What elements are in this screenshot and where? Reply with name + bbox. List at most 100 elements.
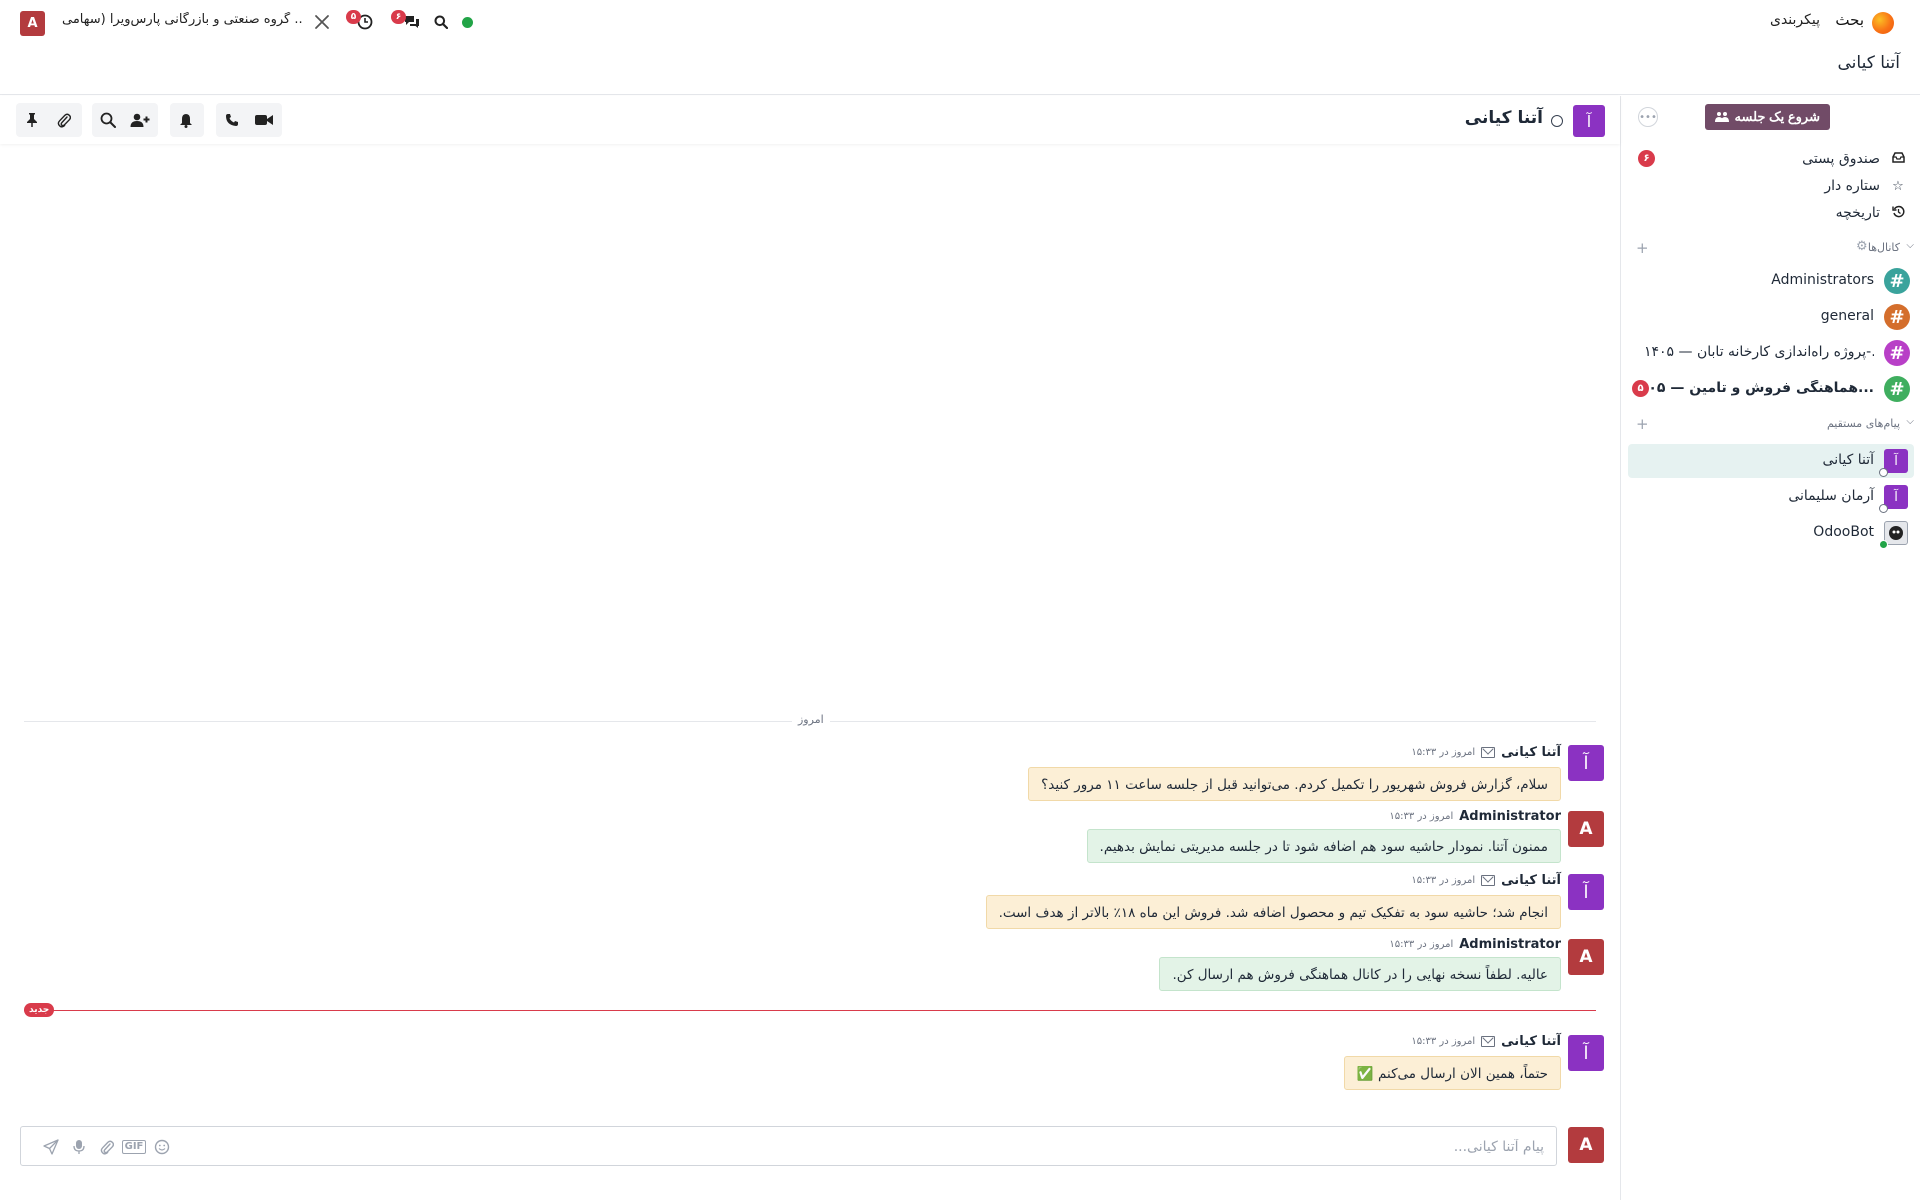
thread-name[interactable]: آتنا کیانی: [1465, 108, 1543, 128]
message-time: امروز در ۱۵:۳۳: [1389, 811, 1454, 822]
channel-name: general: [1820, 308, 1874, 324]
more-options-icon[interactable]: •••: [1638, 107, 1658, 127]
channels-header-label: کانال‌ها: [1867, 241, 1900, 254]
start-meeting-label: شروع یک جلسه: [1734, 109, 1820, 124]
message-avatar[interactable]: آ: [1568, 745, 1604, 781]
notification-toolbar: [170, 103, 204, 137]
channel-hash-icon: #: [1884, 376, 1910, 402]
mailbox-history[interactable]: تاریخچه: [1634, 200, 1906, 226]
channel-hash-icon: #: [1884, 340, 1910, 366]
configuration-menu[interactable]: پیکربندی: [1770, 12, 1820, 28]
send-icon[interactable]: [41, 1137, 61, 1157]
message-bubble: عالیه. لطفاً نسخه نهایی را در کانال هماه…: [1159, 957, 1561, 991]
inbox-badge: ۶: [1638, 150, 1655, 167]
pin-icon[interactable]: [16, 103, 48, 137]
channel-name: Administrators: [1771, 272, 1874, 288]
search-icon[interactable]: [432, 12, 450, 32]
discuss-app-logo[interactable]: [1872, 12, 1894, 34]
tools-icon[interactable]: [313, 12, 331, 32]
activity-badge: ۵: [346, 10, 361, 24]
sidebar-channel-project[interactable]: # پروژه راه‌اندازی کارخانه تابان — ۱۴۰۵-…: [1624, 336, 1910, 370]
message-bubble: سلام، گزارش فروش شهریور را تکمیل کردم. م…: [1028, 767, 1561, 801]
star-icon: ☆: [1892, 178, 1904, 194]
message-time: امروز در ۱۵:۳۳: [1411, 1036, 1476, 1047]
sidebar-dm-odoobot[interactable]: OdooBot: [1628, 516, 1914, 550]
new-messages-label: جدید: [24, 1003, 55, 1017]
message-time: امروز در ۱۵:۳۳: [1411, 875, 1476, 886]
settings-gear-icon[interactable]: ⚙: [1856, 239, 1868, 254]
mailbox-label: ستاره دار: [1824, 178, 1880, 194]
message-header: Administrator امروز در ۱۵:۳۳: [1389, 809, 1561, 824]
top-navbar: بحث پیکربندی A گروه صنعتی و بازرگانی پار…: [0, 0, 1920, 44]
message-author[interactable]: آتنا کیانی: [1501, 1034, 1561, 1049]
company-switcher[interactable]: گروه صنعتی و بازرگانی پارس‌ویرا (سهامی .…: [62, 12, 302, 27]
call-toolbar: [216, 103, 282, 137]
phone-icon[interactable]: [216, 103, 248, 137]
add-dm-icon[interactable]: +: [1636, 415, 1649, 433]
search-members-toolbar: [92, 103, 158, 137]
status-away-icon: [1551, 115, 1563, 127]
message-avatar[interactable]: A: [1568, 939, 1604, 975]
dm-name: آرمان سلیمانی: [1788, 488, 1874, 504]
mailbox-starred[interactable]: ☆ ستاره دار: [1634, 173, 1906, 199]
microphone-icon[interactable]: [69, 1137, 89, 1157]
add-user-icon[interactable]: [124, 103, 156, 137]
page-header: آتنا کیانی: [0, 44, 1920, 95]
sidebar-channel-administrators[interactable]: # Administrators: [1624, 264, 1910, 298]
paperclip-icon[interactable]: [48, 103, 80, 137]
message-author[interactable]: Administrator: [1459, 809, 1561, 824]
sidebar-channel-general[interactable]: # general: [1624, 300, 1910, 334]
mailbox-inbox[interactable]: صندوق پستی ۶: [1634, 146, 1906, 172]
pin-attach-toolbar: [16, 103, 82, 137]
message-avatar[interactable]: آ: [1568, 1035, 1604, 1071]
presence-status-dot: [462, 17, 473, 28]
message-bubble: انجام شد؛ حاشیه سود به تفکیک تیم و محصول…: [985, 895, 1561, 929]
channel-hash-icon: #: [1884, 268, 1910, 294]
discuss-sidebar: شروع یک جلسه ••• صندوق پستی ۶ ☆ ستاره دا…: [1620, 96, 1920, 1200]
status-away-icon: [1879, 504, 1888, 513]
odoobot-avatar-icon: [1884, 521, 1908, 545]
paperclip-icon[interactable]: [97, 1137, 117, 1157]
message-author[interactable]: Administrator: [1459, 937, 1561, 952]
message-author[interactable]: آتنا کیانی: [1501, 745, 1561, 760]
emoji-icon[interactable]: [152, 1137, 172, 1157]
chevron-down-icon: ⌵: [1906, 240, 1914, 251]
thread-avatar[interactable]: آ: [1573, 105, 1605, 137]
status-away-icon: [1879, 468, 1888, 477]
message-avatar[interactable]: A: [1568, 811, 1604, 847]
sidebar-dm-atena-kiani[interactable]: آ آتنا کیانی: [1628, 444, 1914, 478]
video-camera-icon[interactable]: [248, 103, 280, 137]
channel-unread-badge: ۵: [1632, 380, 1649, 397]
sidebar-channel-sales-coordination[interactable]: # هماهنگی فروش و تامین — ۰۵... ۵: [1624, 372, 1910, 406]
message-bubble: حتماً، همین الان ارسال می‌کنم ✅: [1343, 1056, 1561, 1090]
start-meeting-button[interactable]: شروع یک جلسه: [1704, 104, 1830, 130]
avatar: آ: [1884, 449, 1908, 473]
message-input[interactable]: [244, 1136, 1544, 1158]
messages-badge: ۶: [391, 10, 406, 24]
chevron-down-icon: ⌵: [1906, 416, 1914, 427]
dm-name: OdooBot: [1813, 524, 1874, 540]
channel-name: پروژه راه‌اندازی کارخانه تابان — ۱۴۰۵-..…: [1644, 344, 1874, 360]
envelope-icon: [1481, 747, 1496, 758]
sidebar-dm-arman-soleimani[interactable]: آ آرمان سلیمانی: [1628, 480, 1914, 514]
message-avatar[interactable]: آ: [1568, 874, 1604, 910]
avatar: آ: [1884, 485, 1908, 509]
channel-hash-icon: #: [1884, 304, 1910, 330]
message-time: امروز در ۱۵:۳۳: [1389, 939, 1454, 950]
direct-messages-section-header[interactable]: ⌵ پیام‌های مستقیم +: [1626, 414, 1914, 434]
search-icon[interactable]: [92, 103, 124, 137]
gif-icon[interactable]: GIF: [121, 1137, 147, 1157]
message-time: امروز در ۱۵:۳۳: [1411, 747, 1476, 758]
message-header: آتنا کیانی امروز در ۱۵:۳۳: [1411, 1034, 1561, 1049]
app-name[interactable]: بحث: [1835, 11, 1864, 29]
dm-name: آتنا کیانی: [1822, 452, 1874, 468]
bell-icon[interactable]: [170, 103, 202, 137]
message-header: آتنا کیانی امروز در ۱۵:۳۳: [1411, 745, 1561, 760]
message-header: آتنا کیانی امروز در ۱۵:۳۳: [1411, 873, 1561, 888]
message-author[interactable]: آتنا کیانی: [1501, 873, 1561, 888]
date-divider-label: امروز: [792, 713, 830, 726]
user-avatar[interactable]: A: [20, 11, 45, 36]
channels-section-header[interactable]: ⌵ کانال‌ها ⚙ +: [1626, 238, 1914, 258]
add-channel-icon[interactable]: +: [1636, 239, 1649, 257]
message-composer: GIF: [20, 1126, 1557, 1166]
